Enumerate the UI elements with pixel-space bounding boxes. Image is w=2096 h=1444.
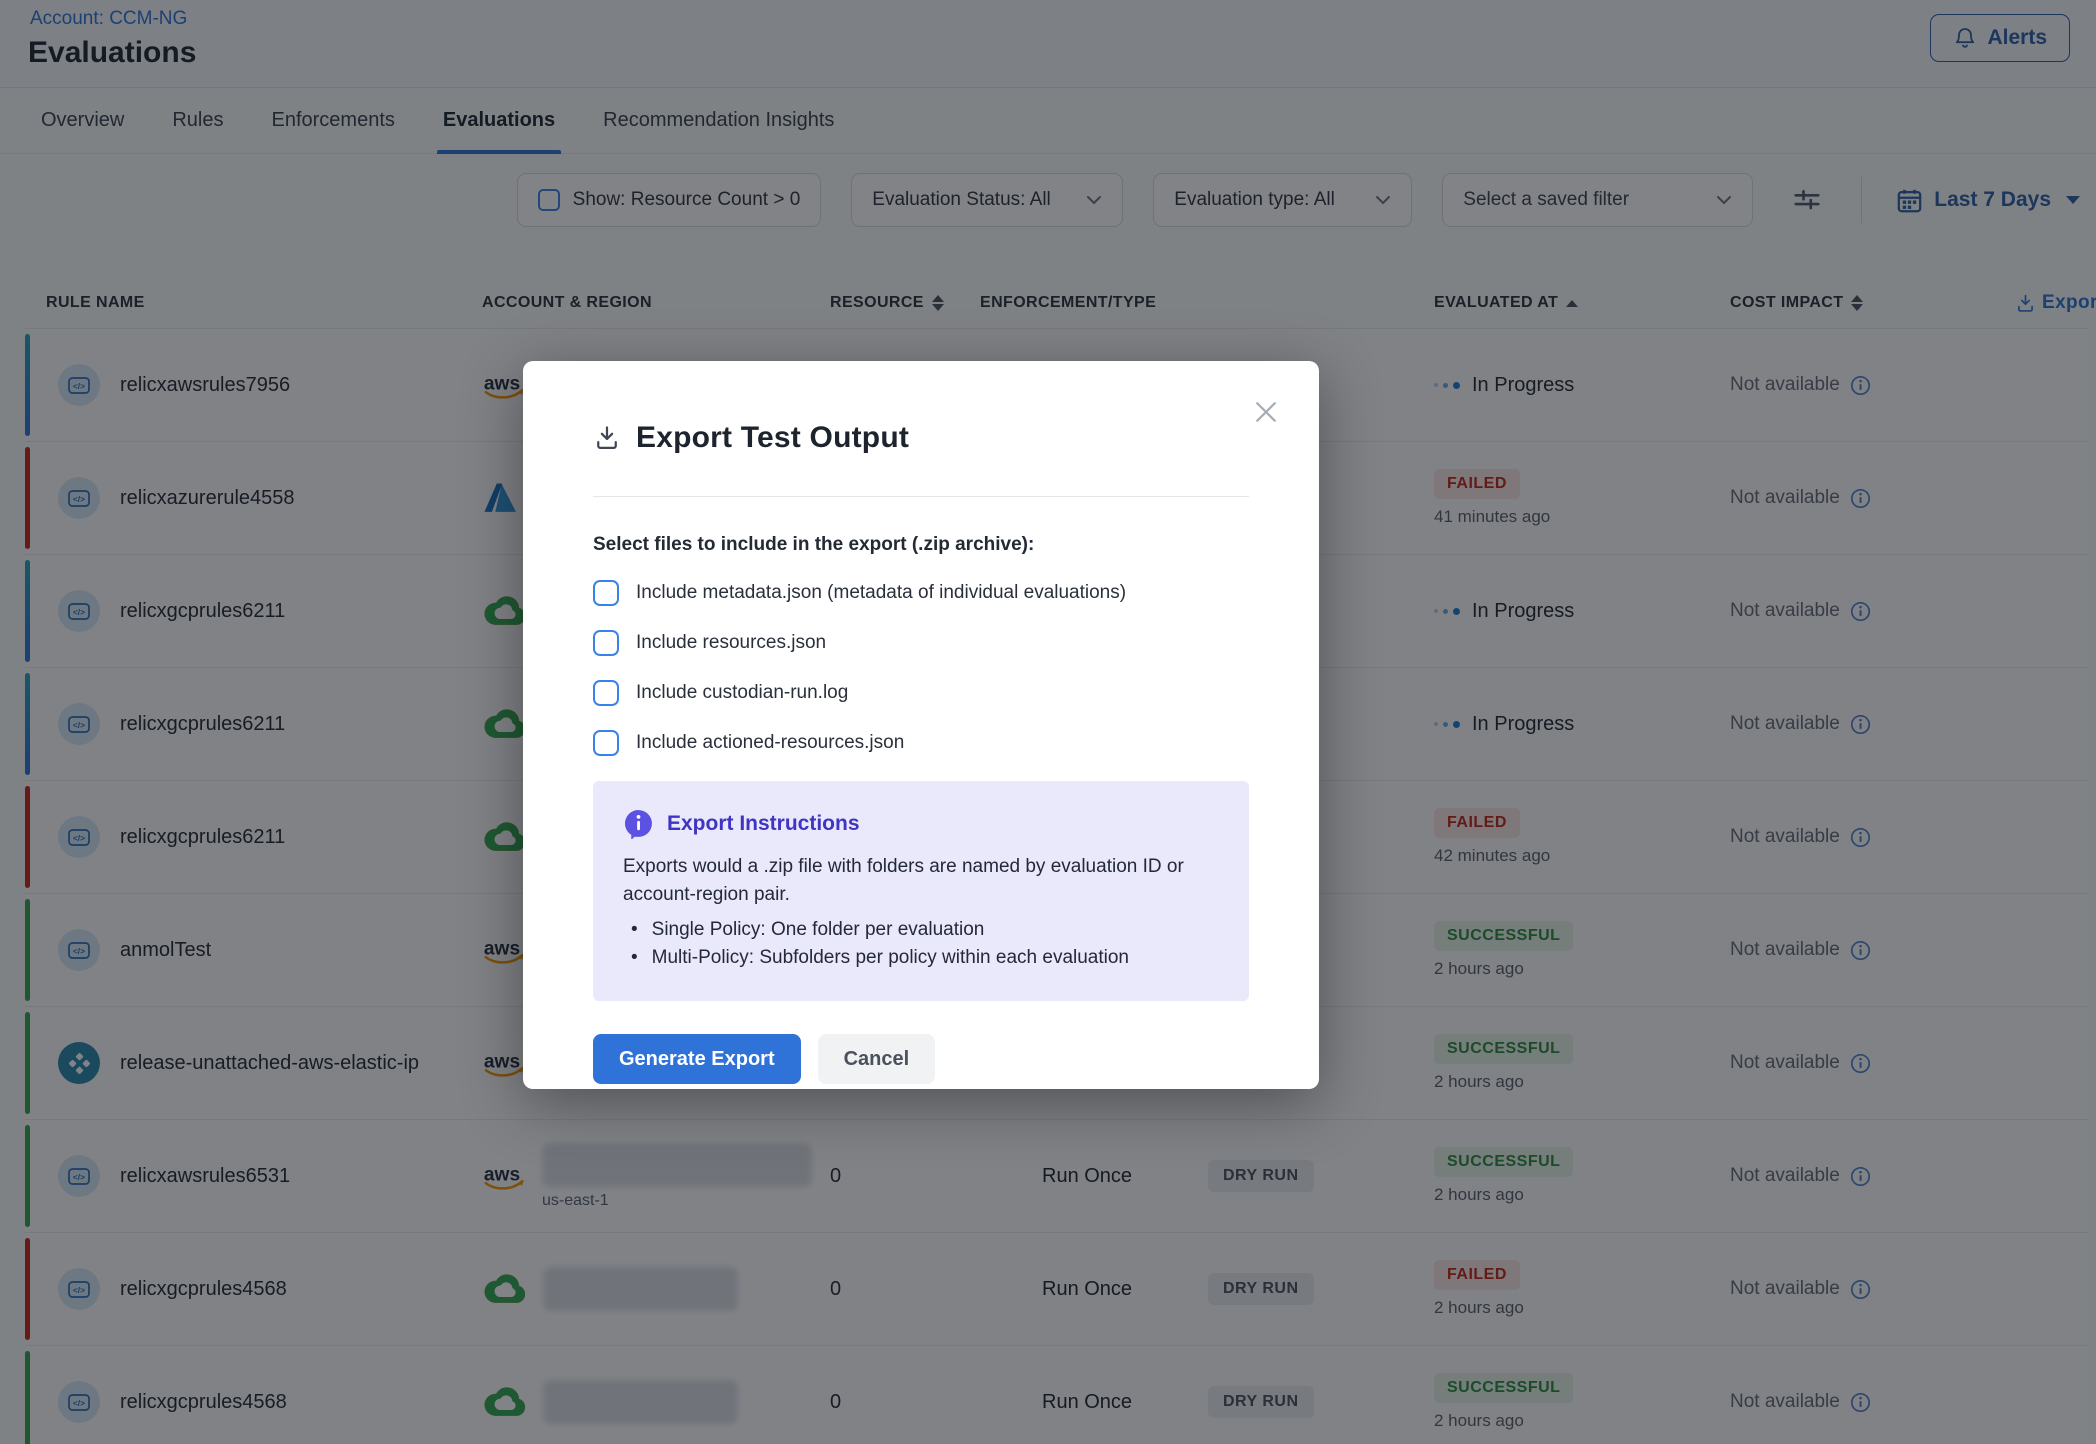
- checkbox-include-resources[interactable]: Include resources.json: [593, 629, 1249, 656]
- download-icon: [593, 424, 621, 452]
- info-bullet: Single Policy: One folder per evaluation: [623, 916, 1219, 944]
- close-icon[interactable]: [1249, 395, 1283, 429]
- checkbox-include-metadata[interactable]: Include metadata.json (metadata of indiv…: [593, 579, 1249, 606]
- info-bubble-icon: [623, 808, 654, 839]
- checkbox-include-custodian-run-log[interactable]: Include custodian-run.log: [593, 679, 1249, 706]
- info-bullet: Multi-Policy: Subfolders per policy with…: [623, 944, 1219, 972]
- evaluations-page: Account: CCM-NG Evaluations Alerts Overv…: [0, 0, 2096, 1444]
- generate-export-button[interactable]: Generate Export: [593, 1034, 801, 1084]
- cancel-button[interactable]: Cancel: [818, 1034, 936, 1084]
- checkbox-icon[interactable]: [593, 630, 619, 656]
- export-test-output-modal: Export Test Output Select files to inclu…: [523, 361, 1319, 1089]
- modal-title: Export Test Output: [636, 421, 909, 455]
- info-title: Export Instructions: [667, 812, 860, 836]
- select-files-label: Select files to include in the export (.…: [593, 534, 1249, 556]
- divider: [593, 496, 1249, 497]
- export-instructions-panel: Export Instructions Exports would a .zip…: [593, 781, 1249, 1001]
- checkbox-icon[interactable]: [593, 730, 619, 756]
- checkbox-icon[interactable]: [593, 680, 619, 706]
- info-body: Exports would a .zip file with folders a…: [623, 853, 1193, 908]
- checkbox-include-actioned-resources[interactable]: Include actioned-resources.json: [593, 729, 1249, 756]
- checkbox-icon[interactable]: [593, 580, 619, 606]
